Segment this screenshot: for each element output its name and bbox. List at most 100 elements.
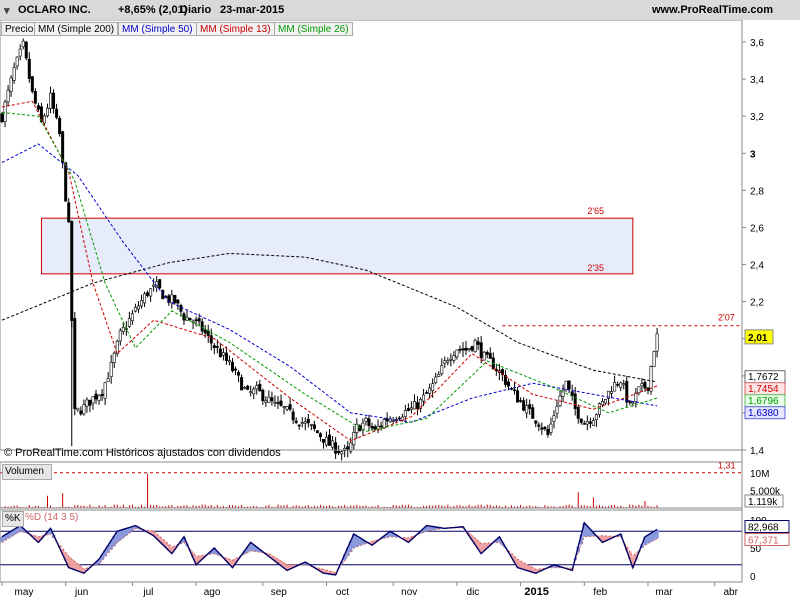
- stoch-d-value: 67,371: [748, 535, 779, 546]
- candle-body: [179, 304, 183, 312]
- chart-header: ▾ OCLARO INC. +8,65% (2,01) Diario 23-ma…: [0, 0, 800, 20]
- candle-body: [640, 383, 644, 387]
- price-y-label: 3,2: [750, 112, 764, 123]
- candle-body: [224, 352, 228, 361]
- x-axis-label: sep: [271, 587, 288, 598]
- candle-body: [243, 386, 247, 389]
- x-axis-label: may: [15, 587, 34, 598]
- candle-body: [194, 319, 198, 321]
- candle-body: [6, 89, 10, 103]
- candle-body: [652, 351, 656, 367]
- candle-body: [133, 306, 137, 312]
- candle-body: [431, 383, 435, 391]
- zone-rect: [40, 217, 634, 275]
- footer-note: © ProRealTime.com Históricos ajustados c…: [4, 447, 281, 459]
- site-url[interactable]: www.ProRealTime.com: [652, 4, 773, 16]
- candle-body: [594, 414, 598, 421]
- candle-body: [355, 423, 359, 433]
- candle-body: [45, 107, 49, 117]
- candle-body: [334, 442, 338, 454]
- candle-body: [234, 368, 238, 371]
- candle-body: [67, 202, 71, 223]
- ma-line-ma50: [1, 143, 658, 423]
- candle-body: [118, 330, 122, 342]
- candle-body: [52, 92, 56, 109]
- candle-body: [567, 380, 571, 390]
- x-axis-label: jul: [142, 587, 153, 598]
- candle-body: [412, 401, 416, 410]
- candle-body: [91, 396, 95, 404]
- candle-body: [406, 408, 410, 411]
- volume-bars: [1, 473, 658, 508]
- candle-body: [136, 305, 140, 310]
- candle-body: [197, 318, 201, 322]
- candle-body: [170, 294, 174, 304]
- candle-body: [409, 407, 413, 410]
- candle-body: [352, 432, 356, 446]
- candle-body: [464, 347, 468, 351]
- candle-body: [528, 404, 532, 409]
- candle-body: [470, 346, 474, 351]
- ma-value-label: 1,6380: [748, 408, 779, 419]
- price-y-label: 1,4: [750, 446, 764, 457]
- menu-icon[interactable]: ▾: [4, 4, 10, 17]
- candle-body: [534, 420, 538, 424]
- candle-body: [270, 397, 274, 402]
- candle-body: [455, 349, 459, 358]
- volume-panel-frame: [0, 461, 743, 509]
- price-y-label: 2,6: [750, 223, 764, 234]
- candle-body: [540, 427, 544, 430]
- candle-body: [494, 369, 498, 372]
- candle-body: [264, 400, 268, 403]
- candle-body: [258, 383, 262, 392]
- x-axis-label: feb: [593, 587, 607, 598]
- x-axis-label: abr: [723, 587, 738, 598]
- last-price-label: 2,01: [748, 333, 768, 344]
- candle-body: [582, 423, 586, 425]
- candle-body: [97, 395, 101, 401]
- candle-body: [628, 400, 632, 403]
- candle-body: [9, 77, 13, 92]
- candle-body: [613, 382, 617, 392]
- candle-body: [546, 429, 550, 435]
- candle-body: [303, 421, 307, 424]
- candle-body: [246, 385, 250, 390]
- candle-body: [549, 423, 553, 433]
- candle-body: [434, 376, 438, 383]
- candle-body: [616, 384, 620, 386]
- candle-body: [458, 348, 462, 351]
- candle-body: [146, 292, 150, 296]
- candle-body: [625, 380, 629, 403]
- candle-body: [3, 101, 7, 122]
- candle-body: [94, 393, 98, 400]
- candle-body: [112, 352, 116, 364]
- candle-body: [158, 279, 162, 289]
- candle-body: [209, 335, 213, 344]
- candle-body: [76, 407, 80, 411]
- candle-body: [188, 317, 192, 321]
- candle-body: [276, 402, 280, 404]
- candle-body: [367, 418, 371, 427]
- candle-body: [631, 402, 635, 405]
- price-y-label: 3: [750, 149, 756, 160]
- candle-body: [513, 389, 517, 392]
- x-axis-label: 2015: [524, 586, 548, 598]
- candle-body: [227, 360, 231, 363]
- level-label: 2'07: [718, 313, 735, 323]
- stoch-k-value: 82,968: [748, 523, 779, 534]
- candle-body: [576, 406, 580, 419]
- candle-body: [415, 402, 419, 409]
- candle-body: [482, 351, 486, 361]
- candle-body: [21, 40, 25, 48]
- panel-frames: [0, 20, 743, 583]
- candle-body: [437, 374, 441, 377]
- candle-body: [100, 393, 104, 396]
- candle-body: [130, 313, 134, 322]
- candle-body: [18, 48, 22, 57]
- candle-body: [579, 418, 583, 423]
- candle-body: [140, 300, 144, 307]
- candle-body: [15, 56, 19, 67]
- candle-body: [516, 390, 520, 403]
- candle-body: [88, 399, 92, 406]
- candle-body: [440, 365, 444, 374]
